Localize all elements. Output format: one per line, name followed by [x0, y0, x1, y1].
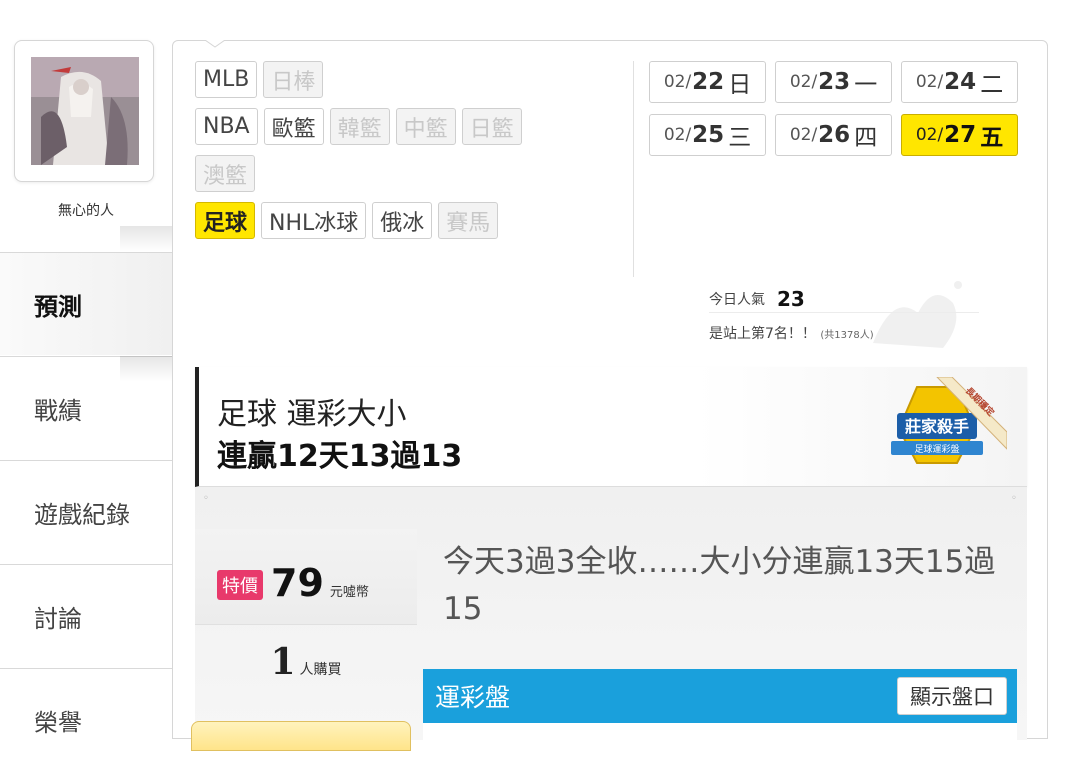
category-row: 足球 NHL冰球 俄冰 賽馬 [195, 202, 625, 239]
buyers-number: 1 [270, 641, 296, 683]
badge-subtitle: 足球運彩盤 [914, 443, 959, 455]
date-weekday: 日 [728, 72, 752, 98]
sidebar-item-predictions[interactable]: 預測 [0, 252, 172, 355]
date-day: 24 [944, 69, 977, 95]
date-month: 02/ [789, 72, 818, 92]
date-day: 26 [818, 122, 851, 148]
popularity-total: (共1378人) [820, 330, 874, 341]
special-price-badge: 特價 [217, 570, 263, 600]
date-month: 02/ [915, 72, 944, 92]
date-month: 02/ [663, 125, 692, 145]
sidebar-item-label: 預測 [34, 292, 82, 321]
avatar-artwork-icon [31, 57, 139, 165]
date-button[interactable]: 02/23 一 [775, 61, 892, 103]
date-day: 25 [692, 122, 725, 148]
headline-category: 足球 運彩大小 [217, 397, 407, 432]
date-button[interactable]: 02/24 二 [901, 61, 1018, 103]
category-tag-jp-basketball: 日籃 [461, 108, 522, 145]
category-tag-au-basketball: 澳籃 [195, 155, 256, 192]
date-button[interactable]: 02/22 日 [649, 61, 766, 103]
category-tag-soccer[interactable]: 足球 [195, 202, 256, 239]
avatar-card[interactable] [14, 40, 154, 182]
date-picker: 02/22 日 02/23 一 02/24 二 02/25 三 02/26 四 02/27… [649, 61, 1029, 167]
buy-button[interactable] [191, 721, 411, 751]
buyers-label: 人購買 [299, 662, 342, 678]
pin-icon: ◦ [203, 493, 209, 504]
date-button[interactable]: 02/25 三 [649, 114, 766, 156]
category-tag-horse-racing: 賽馬 [438, 202, 499, 239]
sidebar-item-discussion[interactable]: 討論 [0, 564, 172, 667]
lottery-odds-bar: 運彩盤 顯示盤口 [423, 669, 1017, 723]
pin-icon: ◦ [1011, 493, 1017, 504]
divider [633, 61, 634, 277]
offer-content: ◦ ◦ 特價 79 元噓幣 1 人購買 今天3過3全收……大小分連贏13天15過1… [191, 487, 1027, 751]
price-value: 79 [271, 561, 324, 605]
panel-notch-icon [205, 40, 225, 48]
price-row: 特價 79 元噓幣 [195, 529, 417, 625]
category-row: 澳籃 [195, 155, 625, 192]
sidebar-item-label: 榮譽 [34, 708, 82, 737]
price-box: 特價 79 元噓幣 1 人購買 [195, 529, 417, 683]
category-tag-khl[interactable]: 俄冰 [372, 202, 433, 239]
date-button-selected[interactable]: 02/27 五 [901, 114, 1018, 156]
category-row: NBA 歐籃 韓籃 中籃 日籃 [195, 108, 625, 145]
headline-streak: 連贏12天13過13 [217, 439, 463, 474]
sidebar-divider [120, 226, 172, 252]
date-weekday: 一 [854, 72, 878, 98]
category-tag-euro-basketball[interactable]: 歐籃 [263, 108, 324, 145]
price-unit: 元噓幣 [329, 585, 369, 600]
dealer-killer-badge-icon: 莊家殺手 足球運彩盤 長期穩定 [891, 377, 1007, 464]
user-name[interactable]: 無心的人 [0, 200, 172, 220]
sidebar-divider [120, 356, 172, 382]
odds-table [423, 723, 1017, 743]
date-month: 02/ [915, 125, 944, 145]
sidebar: 無心的人 預測 戰績 遊戲紀錄 討論 榮譽 [0, 0, 172, 771]
popularity-rank: 是站上第7名！！ (共1378人) [709, 323, 979, 343]
date-day: 22 [692, 69, 725, 95]
date-weekday: 三 [728, 125, 752, 151]
category-filter: MLB 日棒 NBA 歐籃 韓籃 中籃 日籃 澳籃 足球 NHL冰球 俄冰 賽馬 [195, 61, 625, 249]
category-tag-cn-basketball: 中籃 [395, 108, 456, 145]
category-tag-nhl[interactable]: NHL冰球 [261, 202, 367, 239]
date-day: 23 [818, 69, 851, 95]
sidebar-item-game-history[interactable]: 遊戲紀錄 [0, 460, 172, 563]
show-odds-button[interactable]: 顯示盤口 [897, 677, 1007, 715]
sidebar-item-label: 遊戲紀錄 [34, 500, 130, 529]
category-tag-jp-baseball: 日棒 [263, 61, 324, 98]
date-weekday: 二 [980, 72, 1004, 98]
sidebar-item-label: 討論 [34, 604, 82, 633]
date-button[interactable]: 02/26 四 [775, 114, 892, 156]
popularity-label: 今日人氣 [709, 291, 765, 308]
offer-description: 今天3過3全收……大小分連贏13天15過15 [443, 544, 996, 627]
date-day: 27 [944, 122, 977, 148]
category-row: MLB 日棒 [195, 61, 625, 98]
category-tag-mlb[interactable]: MLB [195, 61, 258, 98]
date-row: 02/22 日 02/23 一 02/24 二 [649, 61, 1029, 103]
popularity-count: 23 [777, 286, 805, 311]
date-month: 02/ [789, 125, 818, 145]
date-weekday: 四 [854, 125, 878, 151]
sidebar-item-honors[interactable]: 榮譽 [0, 668, 172, 771]
popularity-today: 今日人氣 23 [709, 285, 979, 313]
popularity-rank-text: 是站上第7名！！ [709, 326, 816, 342]
popularity-info: 今日人氣 23 是站上第7名！！ (共1378人) [709, 285, 979, 343]
date-weekday: 五 [980, 125, 1004, 151]
bar-title: 運彩盤 [435, 683, 511, 712]
prediction-headline: 足球 運彩大小 連贏12天13過13 莊家殺手 足球運彩盤 長期穩定 [195, 367, 1027, 487]
category-tag-kr-basketball: 韓籃 [329, 108, 390, 145]
date-row: 02/25 三 02/26 四 02/27 五 [649, 114, 1029, 156]
main-panel: MLB 日棒 NBA 歐籃 韓籃 中籃 日籃 澳籃 足球 NHL冰球 俄冰 賽馬… [172, 40, 1048, 751]
avatar[interactable] [31, 57, 139, 165]
buyers-count: 1 人購買 [195, 641, 417, 683]
sidebar-item-label: 戰績 [34, 396, 82, 425]
badge-title: 莊家殺手 [905, 417, 969, 436]
date-month: 02/ [663, 72, 692, 92]
category-tag-nba[interactable]: NBA [195, 108, 258, 145]
